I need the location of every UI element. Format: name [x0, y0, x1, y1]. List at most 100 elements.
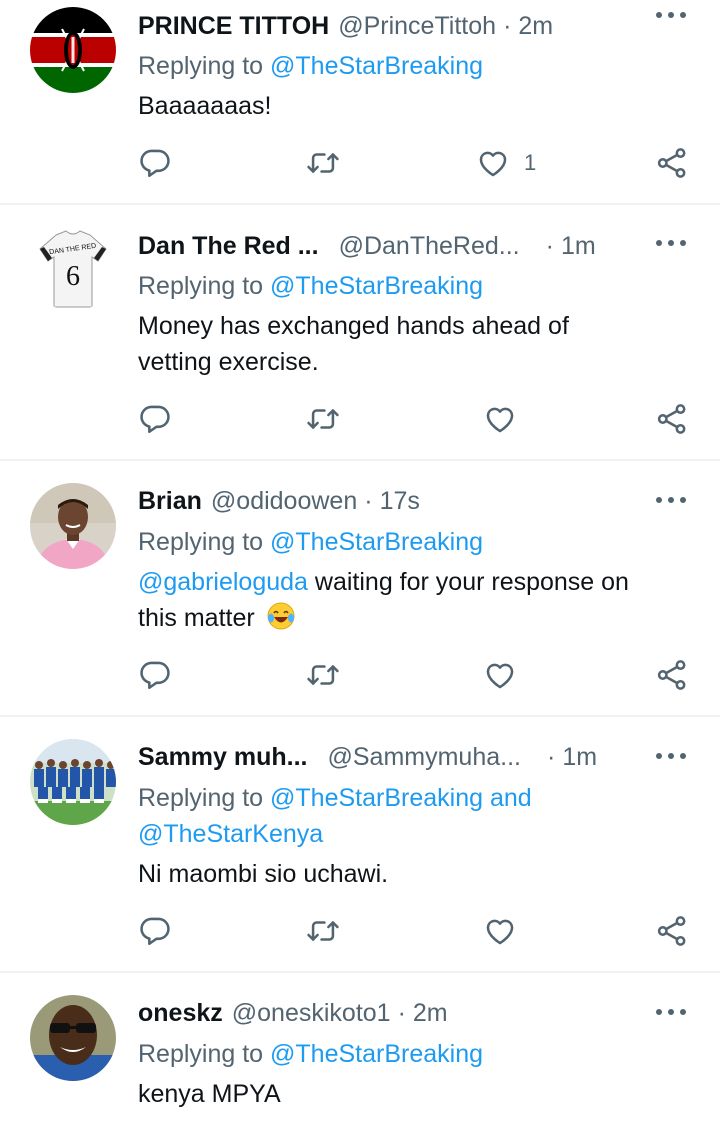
tweet[interactable]: PRINCE TITTOH @PrinceTittoh · 2m Replyin… — [0, 0, 720, 203]
tweet-header: Dan The Red ... @DanTheRed... · 1m — [138, 228, 596, 264]
display-name[interactable]: Dan The Red ... — [138, 232, 319, 261]
avatar[interactable] — [30, 7, 116, 93]
reply-mention-link[interactable]: @TheStarKenya — [138, 816, 532, 852]
laughing-face-icon — [267, 602, 295, 630]
reply-icon — [138, 914, 172, 948]
jersey-icon: DAN THE RED 6 — [39, 230, 107, 308]
tweet[interactable]: Sammy muh... @Sammymuha... · 1m Replying… — [0, 717, 720, 971]
tweet-header: Brian @odidoowen · 17s — [138, 483, 420, 519]
like-icon — [483, 914, 517, 948]
tweet-text: Baaaaaaas! — [138, 92, 272, 120]
reply-button[interactable] — [138, 401, 172, 437]
timestamp[interactable]: 17s — [380, 487, 420, 516]
tweet-header: oneskz @oneskikoto1 · 2m — [138, 995, 448, 1031]
user-handle[interactable]: @oneskikoto1 — [232, 999, 391, 1028]
reply-button[interactable] — [138, 657, 172, 693]
display-name[interactable]: Sammy muh... — [138, 743, 308, 772]
like-icon — [483, 658, 517, 692]
replying-to: Replying to @TheStarBreaking — [138, 268, 483, 304]
replying-to: Replying to @TheStarBreaking — [138, 1036, 483, 1072]
avatar[interactable] — [30, 995, 116, 1081]
share-button[interactable] — [655, 145, 689, 181]
share-icon — [655, 402, 689, 436]
reply-prefix: Replying to — [138, 528, 264, 556]
replying-to: Replying to @TheStarBreaking and @TheSta… — [138, 780, 532, 852]
reply-prefix: Replying to — [138, 1040, 264, 1068]
avatar[interactable] — [30, 739, 116, 825]
tweet-text: Money has exchanged hands ahead of vetti… — [138, 308, 698, 380]
tweet-text: Ni maombi sio uchawi. — [138, 860, 389, 888]
separator: · — [545, 231, 554, 260]
tweet[interactable]: oneskz @oneskikoto1 · 2m Replying to @Th… — [0, 973, 720, 1130]
retweet-icon — [306, 658, 340, 692]
share-button[interactable] — [655, 913, 689, 949]
retweet-icon — [306, 402, 340, 436]
timestamp[interactable]: 1m — [562, 743, 597, 772]
tweet[interactable]: Brian @odidoowen · 17s Replying to @TheS… — [0, 461, 720, 715]
reply-mention-link[interactable]: @TheStarBreaking — [270, 52, 483, 80]
timestamp[interactable]: 2m — [518, 12, 553, 41]
tweet[interactable]: DAN THE RED 6 Dan The Red ... @DanTheRed… — [0, 205, 720, 459]
like-count: 1 — [524, 150, 537, 175]
tweet-actions — [0, 401, 720, 437]
more-icon[interactable] — [656, 497, 686, 505]
tweet-text: kenya MPYA — [138, 1080, 281, 1108]
share-icon — [655, 914, 689, 948]
retweet-button[interactable] — [306, 401, 340, 437]
retweet-button[interactable] — [306, 657, 340, 693]
person-sunglasses-icon — [30, 995, 116, 1081]
more-icon[interactable] — [656, 753, 686, 761]
tweet-actions — [0, 657, 720, 693]
like-button[interactable]: 1 — [476, 145, 536, 181]
separator: · — [546, 742, 556, 771]
replying-to: Replying to @TheStarBreaking — [138, 524, 483, 560]
separator: · — [397, 998, 406, 1027]
user-handle[interactable]: @odidoowen — [211, 487, 357, 516]
reply-button[interactable] — [138, 145, 172, 181]
share-icon — [655, 658, 689, 692]
replying-to: Replying to @TheStarBreaking — [138, 48, 483, 84]
tweet-actions — [0, 913, 720, 949]
retweet-button[interactable] — [306, 913, 340, 949]
tweet-header: Sammy muh... @Sammymuha... · 1m — [138, 739, 597, 775]
user-handle[interactable]: @PrinceTittoh — [338, 12, 496, 41]
avatar[interactable] — [30, 483, 116, 569]
jersey-number: 6 — [66, 261, 80, 292]
separator: · — [503, 11, 512, 40]
share-button[interactable] — [655, 657, 689, 693]
like-button[interactable] — [483, 657, 517, 693]
team-photo-icon — [30, 739, 116, 825]
share-button[interactable] — [655, 401, 689, 437]
reply-mention-link[interactable]: @TheStarBreaking — [270, 528, 483, 556]
reply-icon — [138, 402, 172, 436]
reply-button[interactable] — [138, 913, 172, 949]
share-icon — [655, 146, 689, 180]
display-name[interactable]: oneskz — [138, 999, 223, 1028]
more-icon[interactable] — [656, 240, 686, 248]
retweet-icon — [306, 914, 340, 948]
tweet-text-part: waiting for your response on — [307, 568, 629, 596]
user-handle[interactable]: @DanTheRed... — [339, 232, 520, 261]
user-handle[interactable]: @Sammymuha... — [328, 743, 521, 772]
like-button[interactable] — [483, 913, 517, 949]
tweet-header: PRINCE TITTOH @PrinceTittoh · 2m — [138, 8, 553, 44]
tweet-text-line: this matter — [138, 604, 255, 632]
reply-mention-link[interactable]: @TheStarBreaking — [270, 1040, 483, 1068]
mention-link[interactable]: @gabrieloguda — [138, 568, 308, 596]
timestamp[interactable]: 2m — [413, 999, 448, 1028]
reply-mention-link[interactable]: @TheStarBreaking — [270, 272, 483, 300]
reply-prefix: Replying to — [138, 52, 264, 80]
like-icon — [476, 146, 510, 180]
more-icon[interactable] — [656, 1009, 686, 1017]
timestamp[interactable]: 1m — [561, 232, 596, 261]
display-name[interactable]: Brian — [138, 487, 202, 516]
display-name[interactable]: PRINCE TITTOH — [138, 12, 329, 41]
more-icon[interactable] — [656, 12, 686, 20]
retweet-button[interactable] — [306, 145, 340, 181]
tweet-text-line: vetting exercise. — [138, 348, 319, 376]
person-photo-icon — [30, 483, 116, 569]
like-icon — [483, 402, 517, 436]
like-button[interactable] — [483, 401, 517, 437]
reply-mention-link[interactable]: @TheStarBreaking and — [270, 784, 532, 812]
avatar[interactable]: DAN THE RED 6 — [30, 225, 116, 311]
